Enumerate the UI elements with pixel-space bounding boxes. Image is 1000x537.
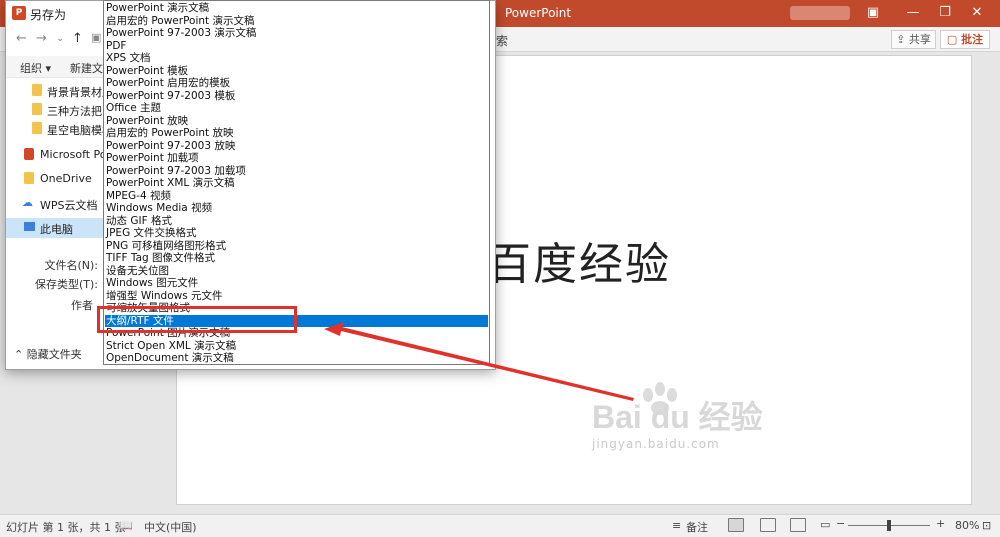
folder-icon — [24, 172, 34, 184]
tree-item-this-pc[interactable]: 此电脑 — [6, 218, 106, 238]
tree-item-microsoft-powerpoint[interactable]: Microsoft Pow — [14, 145, 106, 165]
file-type-option[interactable]: 动态 GIF 格式 — [105, 215, 488, 228]
filetype-label: 保存类型(T): — [34, 278, 98, 291]
comment-button[interactable]: ▢ 批注 — [940, 30, 990, 49]
slide-info: 幻灯片 第 1 张，共 1 张 — [6, 521, 126, 534]
file-type-option[interactable]: PowerPoint XML 演示文稿 — [105, 177, 488, 190]
filename-label: 文件名(N): — [44, 259, 98, 272]
minimize-icon[interactable]: — — [902, 3, 924, 23]
tree-item-label: Microsoft Pow — [40, 148, 106, 161]
restore-icon[interactable]: ❐ — [934, 3, 956, 23]
folder-icon — [32, 103, 42, 115]
reading-view-icon[interactable] — [790, 518, 806, 532]
tree-item-label: 此电脑 — [40, 223, 73, 236]
file-type-option[interactable]: Windows 图元文件 — [105, 277, 488, 290]
language-status[interactable]: 中文(中国) — [144, 519, 197, 535]
file-type-option[interactable]: JPEG 文件交换格式 — [105, 227, 488, 240]
watermark-url: jingyan.baidu.com — [592, 437, 720, 451]
file-type-option[interactable]: Strict Open XML 演示文稿 — [105, 340, 488, 353]
hide-folders-toggle[interactable]: ⌃ 隐藏文件夹 — [14, 346, 82, 362]
tree-item-folder-3[interactable]: 星空电脑模板 — [14, 119, 106, 139]
spellcheck-icon[interactable]: 📖 — [119, 519, 133, 532]
zoom-in-icon[interactable]: + — [936, 517, 945, 530]
annotation-highlight-box — [97, 306, 297, 333]
slide-sorter-icon[interactable] — [760, 518, 776, 532]
slideshow-icon[interactable]: ▭ — [820, 518, 836, 532]
up-arrow-icon[interactable]: ↑ — [72, 31, 83, 46]
author-label: 作者 — [71, 299, 93, 312]
folder-icon — [32, 84, 42, 96]
file-type-option[interactable]: PowerPoint 97-2003 放映 — [105, 140, 488, 153]
tree-item-wps-cloud[interactable]: ☁ WPS云文档 — [14, 194, 106, 214]
file-type-option[interactable]: 启用宏的 PowerPoint 放映 — [105, 127, 488, 140]
file-type-option[interactable]: 增强型 Windows 元文件 — [105, 290, 488, 303]
file-type-option[interactable]: MPEG-4 视频 — [105, 190, 488, 203]
file-type-option[interactable]: Office 主题 — [105, 102, 488, 115]
file-type-option[interactable]: PowerPoint 加载项 — [105, 152, 488, 165]
tree-item-folder-1[interactable]: 背景背景材质 — [14, 81, 106, 101]
ribbon-search-text[interactable]: 索 — [496, 32, 508, 49]
zoom-slider-thumb[interactable] — [887, 520, 891, 531]
cloud-icon: ☁ — [22, 196, 33, 209]
folder-icon — [32, 122, 42, 134]
tree-item-label: 背景背景材质 — [47, 86, 106, 99]
forward-arrow-icon[interactable]: → — [36, 31, 47, 46]
computer-icon — [24, 222, 35, 231]
share-button[interactable]: ⇪ 共享 — [891, 30, 936, 49]
new-folder-button[interactable]: 新建文 — [70, 60, 103, 76]
recent-chevron-icon[interactable]: ⌄ — [56, 33, 64, 44]
file-type-option[interactable]: XPS 文档 — [105, 52, 488, 65]
file-type-option[interactable]: TIFF Tag 图像文件格式 — [105, 252, 488, 265]
fit-to-window-icon[interactable]: ⊡ — [982, 519, 991, 532]
close-icon[interactable]: ✕ — [966, 3, 988, 23]
tree-item-label: 三种方法把pp — [47, 105, 106, 118]
dialog-navigation: ← → ⌄ ↑ ▣ — [6, 29, 106, 49]
file-type-option[interactable]: PowerPoint 放映 — [105, 115, 488, 128]
file-type-option[interactable]: PowerPoint 演示文稿 — [105, 2, 488, 15]
zoom-out-icon[interactable]: − — [836, 517, 845, 530]
normal-view-icon[interactable] — [728, 518, 744, 532]
powerpoint-icon — [24, 148, 34, 160]
file-type-option[interactable]: 启用宏的 PowerPoint 演示文稿 — [105, 15, 488, 28]
location-icon[interactable]: ▣ — [91, 31, 101, 44]
file-type-option[interactable]: PowerPoint 模板 — [105, 65, 488, 78]
chevron-up-icon: ⌃ — [14, 348, 27, 361]
file-type-option[interactable]: PowerPoint 97-2003 加载项 — [105, 165, 488, 178]
tree-item-label: 星空电脑模板 — [47, 124, 106, 137]
user-name-blurred — [790, 6, 850, 20]
organize-menu[interactable]: 组织 ▾ — [20, 60, 51, 76]
ribbon-display-icon[interactable]: ▣ — [862, 3, 884, 23]
comment-label: 批注 — [961, 33, 984, 46]
tree-item-label: WPS云文档 — [40, 199, 98, 212]
dialog-title: 另存为 — [30, 8, 67, 22]
comment-icon: ▢ — [946, 33, 962, 46]
file-type-option[interactable]: Windows Media 视频 — [105, 202, 488, 215]
file-type-option[interactable]: PDF — [105, 40, 488, 53]
file-type-option[interactable]: OpenDocument 演示文稿 — [105, 352, 488, 365]
tree-item-folder-2[interactable]: 三种方法把pp — [14, 100, 106, 120]
slide-title-text[interactable]: 百度经验 — [487, 228, 671, 292]
hide-folders-label: 隐藏文件夹 — [26, 348, 82, 361]
file-type-option[interactable]: PNG 可移植网络图形格式 — [105, 240, 488, 253]
notes-icon[interactable]: ≡ — [672, 519, 681, 532]
app-title: PowerPoint — [505, 6, 572, 20]
file-type-option[interactable]: PowerPoint 97-2003 模板 — [105, 90, 488, 103]
powerpoint-icon: P — [12, 6, 26, 20]
file-type-option[interactable]: PowerPoint 97-2003 演示文稿 — [105, 27, 488, 40]
file-type-option[interactable]: PowerPoint 启用宏的模板 — [105, 77, 488, 90]
dialog-title-bar[interactable]: P 另存为 — [6, 1, 106, 25]
share-icon: ⇪ — [896, 33, 909, 46]
dialog-toolbar: 组织 ▾ 新建文 — [6, 56, 106, 78]
status-bar: 幻灯片 第 1 张，共 1 张 📖 中文(中国) ≡ 备注 ▭ − + 80% … — [0, 514, 1000, 537]
tree-item-label: OneDrive — [40, 172, 92, 185]
notes-label[interactable]: 备注 — [686, 519, 708, 535]
share-label: 共享 — [908, 33, 931, 46]
watermark-brand: Bai du 经验 — [592, 399, 763, 435]
file-type-option[interactable]: 设备无关位图 — [105, 265, 488, 278]
tree-item-onedrive[interactable]: OneDrive — [14, 169, 106, 189]
back-arrow-icon[interactable]: ← — [16, 31, 27, 46]
zoom-level[interactable]: 80% — [955, 519, 979, 532]
